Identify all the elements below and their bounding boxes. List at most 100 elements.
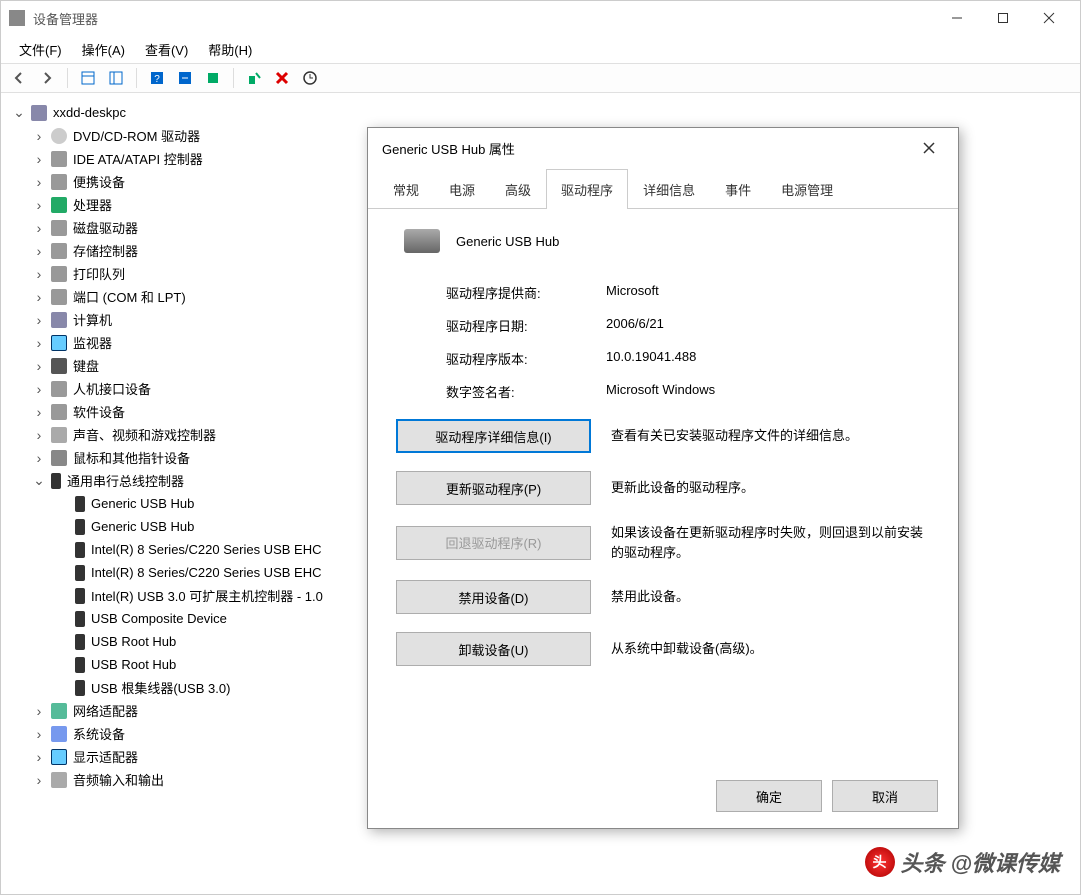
category-label: 声音、视频和游戏控制器	[73, 425, 216, 444]
tab-general[interactable]: 常规	[378, 169, 434, 209]
chevron-icon[interactable]	[33, 705, 45, 717]
category-icon	[51, 427, 67, 443]
device-manager-window: 设备管理器 文件(F) 操作(A) 查看(V) 帮助(H) ? xxdd-des…	[0, 0, 1081, 895]
date-label: 驱动程序日期:	[446, 316, 606, 335]
device-header: Generic USB Hub	[396, 229, 930, 253]
dialog-title-bar: Generic USB Hub 属性	[368, 128, 958, 168]
chevron-icon[interactable]	[33, 245, 45, 257]
tab-power[interactable]: 电源	[434, 169, 490, 209]
version-value: 10.0.19041.488	[606, 349, 930, 368]
separator	[233, 68, 234, 88]
chevron-icon[interactable]	[33, 751, 45, 763]
tab-details[interactable]: 详细信息	[628, 169, 710, 209]
uninstall-device-button[interactable]: 卸载设备(U)	[396, 632, 591, 666]
category-label: 存储控制器	[73, 241, 138, 260]
category-icon	[51, 473, 61, 489]
chevron-icon[interactable]	[33, 475, 45, 487]
disable-device-desc: 禁用此设备。	[611, 587, 930, 607]
version-label: 驱动程序版本:	[446, 349, 606, 368]
tab-advanced[interactable]: 高级	[490, 169, 546, 209]
properties-button[interactable]	[104, 66, 128, 90]
chevron-icon[interactable]	[33, 222, 45, 234]
chevron-icon[interactable]	[33, 429, 45, 441]
device-label: USB Root Hub	[91, 657, 176, 672]
minimize-button[interactable]	[934, 3, 980, 33]
tab-power-mgmt[interactable]: 电源管理	[766, 169, 848, 209]
date-value: 2006/6/21	[606, 316, 930, 335]
chevron-icon[interactable]	[33, 406, 45, 418]
menu-action[interactable]: 操作(A)	[72, 36, 135, 63]
chevron-icon[interactable]	[33, 337, 45, 349]
usb-device-icon	[404, 229, 440, 253]
tree-root[interactable]: xxdd-deskpc	[13, 101, 1068, 124]
category-label: 处理器	[73, 195, 112, 214]
dialog-footer: 确定 取消	[716, 780, 938, 812]
usb-icon	[75, 657, 85, 673]
tab-driver[interactable]: 驱动程序	[546, 169, 628, 209]
category-icon	[51, 703, 67, 719]
driver-details-button[interactable]: 驱动程序详细信息(I)	[396, 419, 591, 453]
tab-events[interactable]: 事件	[710, 169, 766, 209]
chevron-icon[interactable]	[33, 360, 45, 372]
action-details: 驱动程序详细信息(I) 查看有关已安装驱动程序文件的详细信息。	[396, 419, 930, 453]
category-icon	[51, 266, 67, 282]
category-icon	[51, 450, 67, 466]
app-icon	[9, 10, 25, 26]
uninstall-button[interactable]	[270, 66, 294, 90]
update-driver-button[interactable]: 更新驱动程序(P)	[396, 471, 591, 505]
action-uninstall: 卸载设备(U) 从系统中卸载设备(高级)。	[396, 632, 930, 666]
signer-value: Microsoft Windows	[606, 382, 930, 401]
category-icon	[51, 404, 67, 420]
scan-hardware-button[interactable]	[298, 66, 322, 90]
ok-button[interactable]: 确定	[716, 780, 822, 812]
maximize-button[interactable]	[980, 3, 1026, 33]
category-icon	[51, 381, 67, 397]
forward-button[interactable]	[35, 66, 59, 90]
chevron-icon[interactable]	[33, 153, 45, 165]
rollback-driver-button: 回退驱动程序(R)	[396, 526, 591, 560]
properties-dialog: Generic USB Hub 属性 常规 电源 高级 驱动程序 详细信息 事件…	[367, 127, 959, 829]
dialog-close-button[interactable]	[914, 133, 944, 163]
chevron-icon[interactable]	[33, 199, 45, 211]
menu-help[interactable]: 帮助(H)	[198, 36, 262, 63]
category-label: 人机接口设备	[73, 379, 151, 398]
help-button[interactable]: ?	[145, 66, 169, 90]
scan-button[interactable]	[173, 66, 197, 90]
chevron-icon[interactable]	[33, 383, 45, 395]
device-label: Generic USB Hub	[91, 519, 194, 534]
category-icon	[51, 749, 67, 765]
category-label: 系统设备	[73, 724, 125, 743]
chevron-icon[interactable]	[33, 774, 45, 786]
category-label: 软件设备	[73, 402, 125, 421]
category-icon	[51, 312, 67, 328]
cancel-button[interactable]: 取消	[832, 780, 938, 812]
separator	[67, 68, 68, 88]
window-buttons	[934, 3, 1072, 33]
chevron-icon[interactable]	[33, 452, 45, 464]
category-label: 音频输入和输出	[73, 770, 164, 789]
driver-details-desc: 查看有关已安装驱动程序文件的详细信息。	[611, 426, 930, 446]
category-label: IDE ATA/ATAPI 控制器	[73, 149, 203, 168]
category-label: 计算机	[73, 310, 112, 329]
chevron-icon[interactable]	[33, 130, 45, 142]
enable-button[interactable]	[242, 66, 266, 90]
close-button[interactable]	[1026, 3, 1072, 33]
window-title: 设备管理器	[33, 9, 934, 28]
back-button[interactable]	[7, 66, 31, 90]
menu-file[interactable]: 文件(F)	[9, 36, 72, 63]
chevron-icon[interactable]	[33, 268, 45, 280]
chevron-icon[interactable]	[33, 291, 45, 303]
watermark: 头 头条 @微课传媒	[865, 846, 1060, 878]
show-hide-tree-button[interactable]	[76, 66, 100, 90]
chevron-icon[interactable]	[33, 176, 45, 188]
category-icon	[51, 243, 67, 259]
menu-view[interactable]: 查看(V)	[135, 36, 198, 63]
chevron-down-icon[interactable]	[13, 107, 25, 119]
category-icon	[51, 335, 67, 351]
chevron-icon[interactable]	[33, 728, 45, 740]
usb-icon	[75, 519, 85, 535]
chevron-icon[interactable]	[33, 314, 45, 326]
disable-device-button[interactable]: 禁用设备(D)	[396, 580, 591, 614]
update-driver-button[interactable]	[201, 66, 225, 90]
category-icon	[51, 358, 67, 374]
